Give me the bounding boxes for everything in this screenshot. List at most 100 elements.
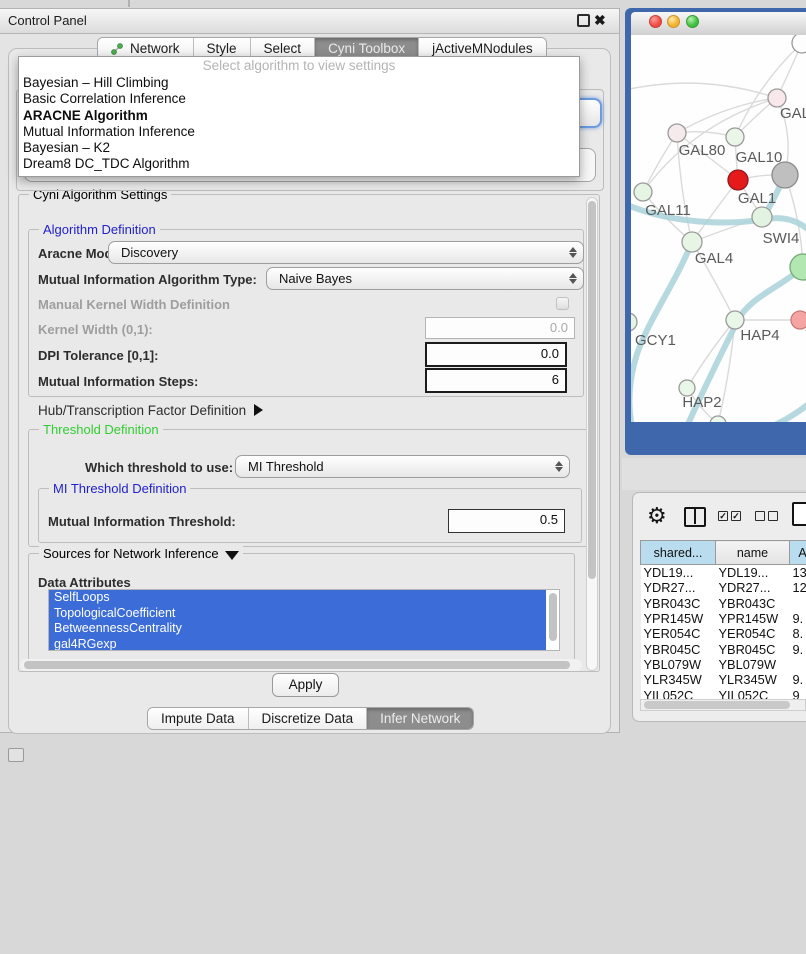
which-threshold-combo[interactable]: MI Threshold xyxy=(235,455,570,478)
algorithm-option[interactable]: Dream8 DC_TDC Algorithm xyxy=(19,156,579,172)
manual-kernel-checkbox[interactable] xyxy=(556,297,569,310)
table-cell: 12 xyxy=(790,580,806,595)
close-icon[interactable]: ✖ xyxy=(594,14,607,27)
table-row[interactable]: YBR045CYBR045C9. xyxy=(641,641,806,656)
data-attributes-list[interactable]: SelfLoopsTopologicalCoefficientBetweenne… xyxy=(48,589,560,651)
graph-node-label[interactable]: GCY1 xyxy=(635,332,676,349)
data-attribute-item[interactable]: TopologicalCoefficient xyxy=(49,606,546,622)
combo-stepper-icon xyxy=(549,461,569,472)
graph-node-label[interactable]: GAL1 xyxy=(738,190,776,207)
algorithm-dropdown-items: Bayesian – Hill ClimbingBasic Correlatio… xyxy=(19,75,579,173)
table-row[interactable]: YLR345WYLR345W9. xyxy=(641,672,806,687)
mi-type-label: Mutual Information Algorithm Type: xyxy=(38,272,257,287)
hub-definition-toggle[interactable]: Hub/Transcription Factor Definition xyxy=(38,403,263,418)
graph-node[interactable] xyxy=(752,207,772,227)
data-attributes-label: Data Attributes xyxy=(38,575,131,590)
kernel-width-field[interactable]: 0.0 xyxy=(425,317,575,339)
node-table[interactable]: shared...nameA YDL19...YDL19...13YDR27..… xyxy=(640,540,806,703)
graph-edge xyxy=(643,133,677,192)
tab-label: Cyni Toolbox xyxy=(328,41,405,56)
mi-steps-field[interactable]: 6 xyxy=(425,368,567,393)
algorithm-option[interactable]: Mutual Information Inference xyxy=(19,124,579,140)
tab-impute-data[interactable]: Impute Data xyxy=(148,708,249,729)
tab-infer-network[interactable]: Infer Network xyxy=(367,708,473,729)
column-header-1[interactable]: shared... xyxy=(641,541,716,565)
table-row[interactable]: YDR27...YDR27...12 xyxy=(641,580,806,595)
algorithm-option[interactable]: Bayesian – Hill Climbing xyxy=(19,75,579,91)
graph-node[interactable] xyxy=(631,313,637,331)
column-header-2[interactable]: name xyxy=(716,541,790,565)
algorithm-dropdown-list: Select algorithm to view settings Bayesi… xyxy=(18,56,580,177)
graph-node-label[interactable]: GAL4 xyxy=(695,250,733,267)
resize-grip[interactable] xyxy=(8,748,24,762)
apply-button[interactable]: Apply xyxy=(272,673,339,697)
data-attribute-item[interactable]: SelfLoops xyxy=(49,590,546,606)
graph-node[interactable] xyxy=(772,162,798,188)
tab-label: Network xyxy=(130,41,180,56)
graph-node-label[interactable]: HAP4 xyxy=(740,327,779,344)
table-row[interactable]: YBR043CYBR043C xyxy=(641,596,806,611)
sources-title[interactable]: Sources for Network Inference xyxy=(39,546,243,561)
algorithm-option[interactable]: ARACNE Algorithm xyxy=(19,108,579,124)
close-traffic-light-icon[interactable] xyxy=(649,15,662,28)
graph-node-label[interactable]: GAL11 xyxy=(645,202,691,219)
graph-node[interactable] xyxy=(728,170,748,190)
attributes-list-scrollbar[interactable] xyxy=(549,593,557,641)
table-cell xyxy=(790,657,806,672)
dpi-tolerance-label: DPI Tolerance [0,1]: xyxy=(38,348,158,363)
table-row[interactable]: YBL079WYBL079W xyxy=(641,657,806,672)
graph-node[interactable] xyxy=(726,128,744,146)
table-cell: YDL19... xyxy=(716,565,790,581)
table-cell: YBR043C xyxy=(716,596,790,611)
which-threshold-label: Which threshold to use: xyxy=(85,460,233,475)
dpi-tolerance-field[interactable]: 0.0 xyxy=(425,342,567,367)
graph-node-label[interactable]: HAP2 xyxy=(682,394,721,411)
mi-type-combo[interactable]: Naive Bayes xyxy=(266,267,584,290)
graph-node[interactable] xyxy=(710,416,726,422)
control-panel-titlebar: Control Panel ✖ xyxy=(0,9,619,34)
control-panel-window: Control Panel ✖ NetworkStyleSelectCyni T… xyxy=(0,8,620,733)
graph-node-label[interactable]: GAL80 xyxy=(679,142,726,159)
mi-threshold-field[interactable]: 0.5 xyxy=(448,509,565,533)
zoom-traffic-light-icon[interactable] xyxy=(686,15,699,28)
node-table-header[interactable]: shared...nameA xyxy=(641,541,806,565)
data-attribute-item[interactable]: BetweennessCentrality xyxy=(49,621,546,637)
table-row[interactable]: YDL19...YDL19...13 xyxy=(641,565,806,581)
settings-vscrollbar-thumb[interactable] xyxy=(588,201,596,579)
table-row[interactable]: YPR145WYPR145W9. xyxy=(641,611,806,626)
graph-node[interactable] xyxy=(682,232,702,252)
table-row[interactable]: YER054CYER054C8. xyxy=(641,626,806,641)
graph-node-label[interactable]: GAL xyxy=(780,105,806,122)
table-cell: YER054C xyxy=(716,626,790,641)
mi-type-value: Naive Bayes xyxy=(267,271,563,286)
column-header-3[interactable]: A xyxy=(790,541,806,565)
select-all-columns-icon[interactable]: ✓✓ xyxy=(718,511,741,521)
settings-hscrollbar-thumb[interactable] xyxy=(24,661,570,669)
mi-steps-label: Mutual Information Steps: xyxy=(38,374,198,389)
manual-kernel-label: Manual Kernel Width Definition xyxy=(38,297,230,312)
deselect-all-columns-icon[interactable] xyxy=(755,511,778,521)
document-icon[interactable] xyxy=(792,502,806,526)
float-window-icon[interactable] xyxy=(577,14,590,27)
aracne-mode-combo[interactable]: Discovery xyxy=(108,241,584,264)
algorithm-option[interactable]: Basic Correlation Inference xyxy=(19,91,579,107)
graph-node-label[interactable]: SWI4 xyxy=(763,230,800,247)
data-attribute-item[interactable]: gal4RGexp xyxy=(49,637,546,652)
graph-node[interactable] xyxy=(634,183,652,201)
algorithm-option[interactable]: Bayesian – K2 xyxy=(19,140,579,156)
graph-node[interactable] xyxy=(791,311,806,329)
columns-icon[interactable] xyxy=(684,507,706,527)
graph-node[interactable] xyxy=(668,124,686,142)
node-table-body[interactable]: YDL19...YDL19...13YDR27...YDR27...12YBR0… xyxy=(641,565,806,703)
graph-node-label[interactable]: GAL10 xyxy=(736,149,783,166)
table-cell: YDR27... xyxy=(716,580,790,595)
network-canvas[interactable]: GALGAL80GAL10GAL1GAL11SWI4GAL4GCY1HAP4YH… xyxy=(631,35,806,422)
mi-threshold-label: Mutual Information Threshold: xyxy=(48,514,236,529)
table-header-row: shared...nameA xyxy=(641,541,806,565)
table-hscrollbar-thumb[interactable] xyxy=(644,701,790,709)
table-cell: YBR043C xyxy=(641,596,716,611)
gear-icon[interactable]: ⚙ xyxy=(647,504,667,528)
tab-discretize-data[interactable]: Discretize Data xyxy=(249,708,368,729)
table-cell: YLR345W xyxy=(716,672,790,687)
minimize-traffic-light-icon[interactable] xyxy=(667,15,680,28)
